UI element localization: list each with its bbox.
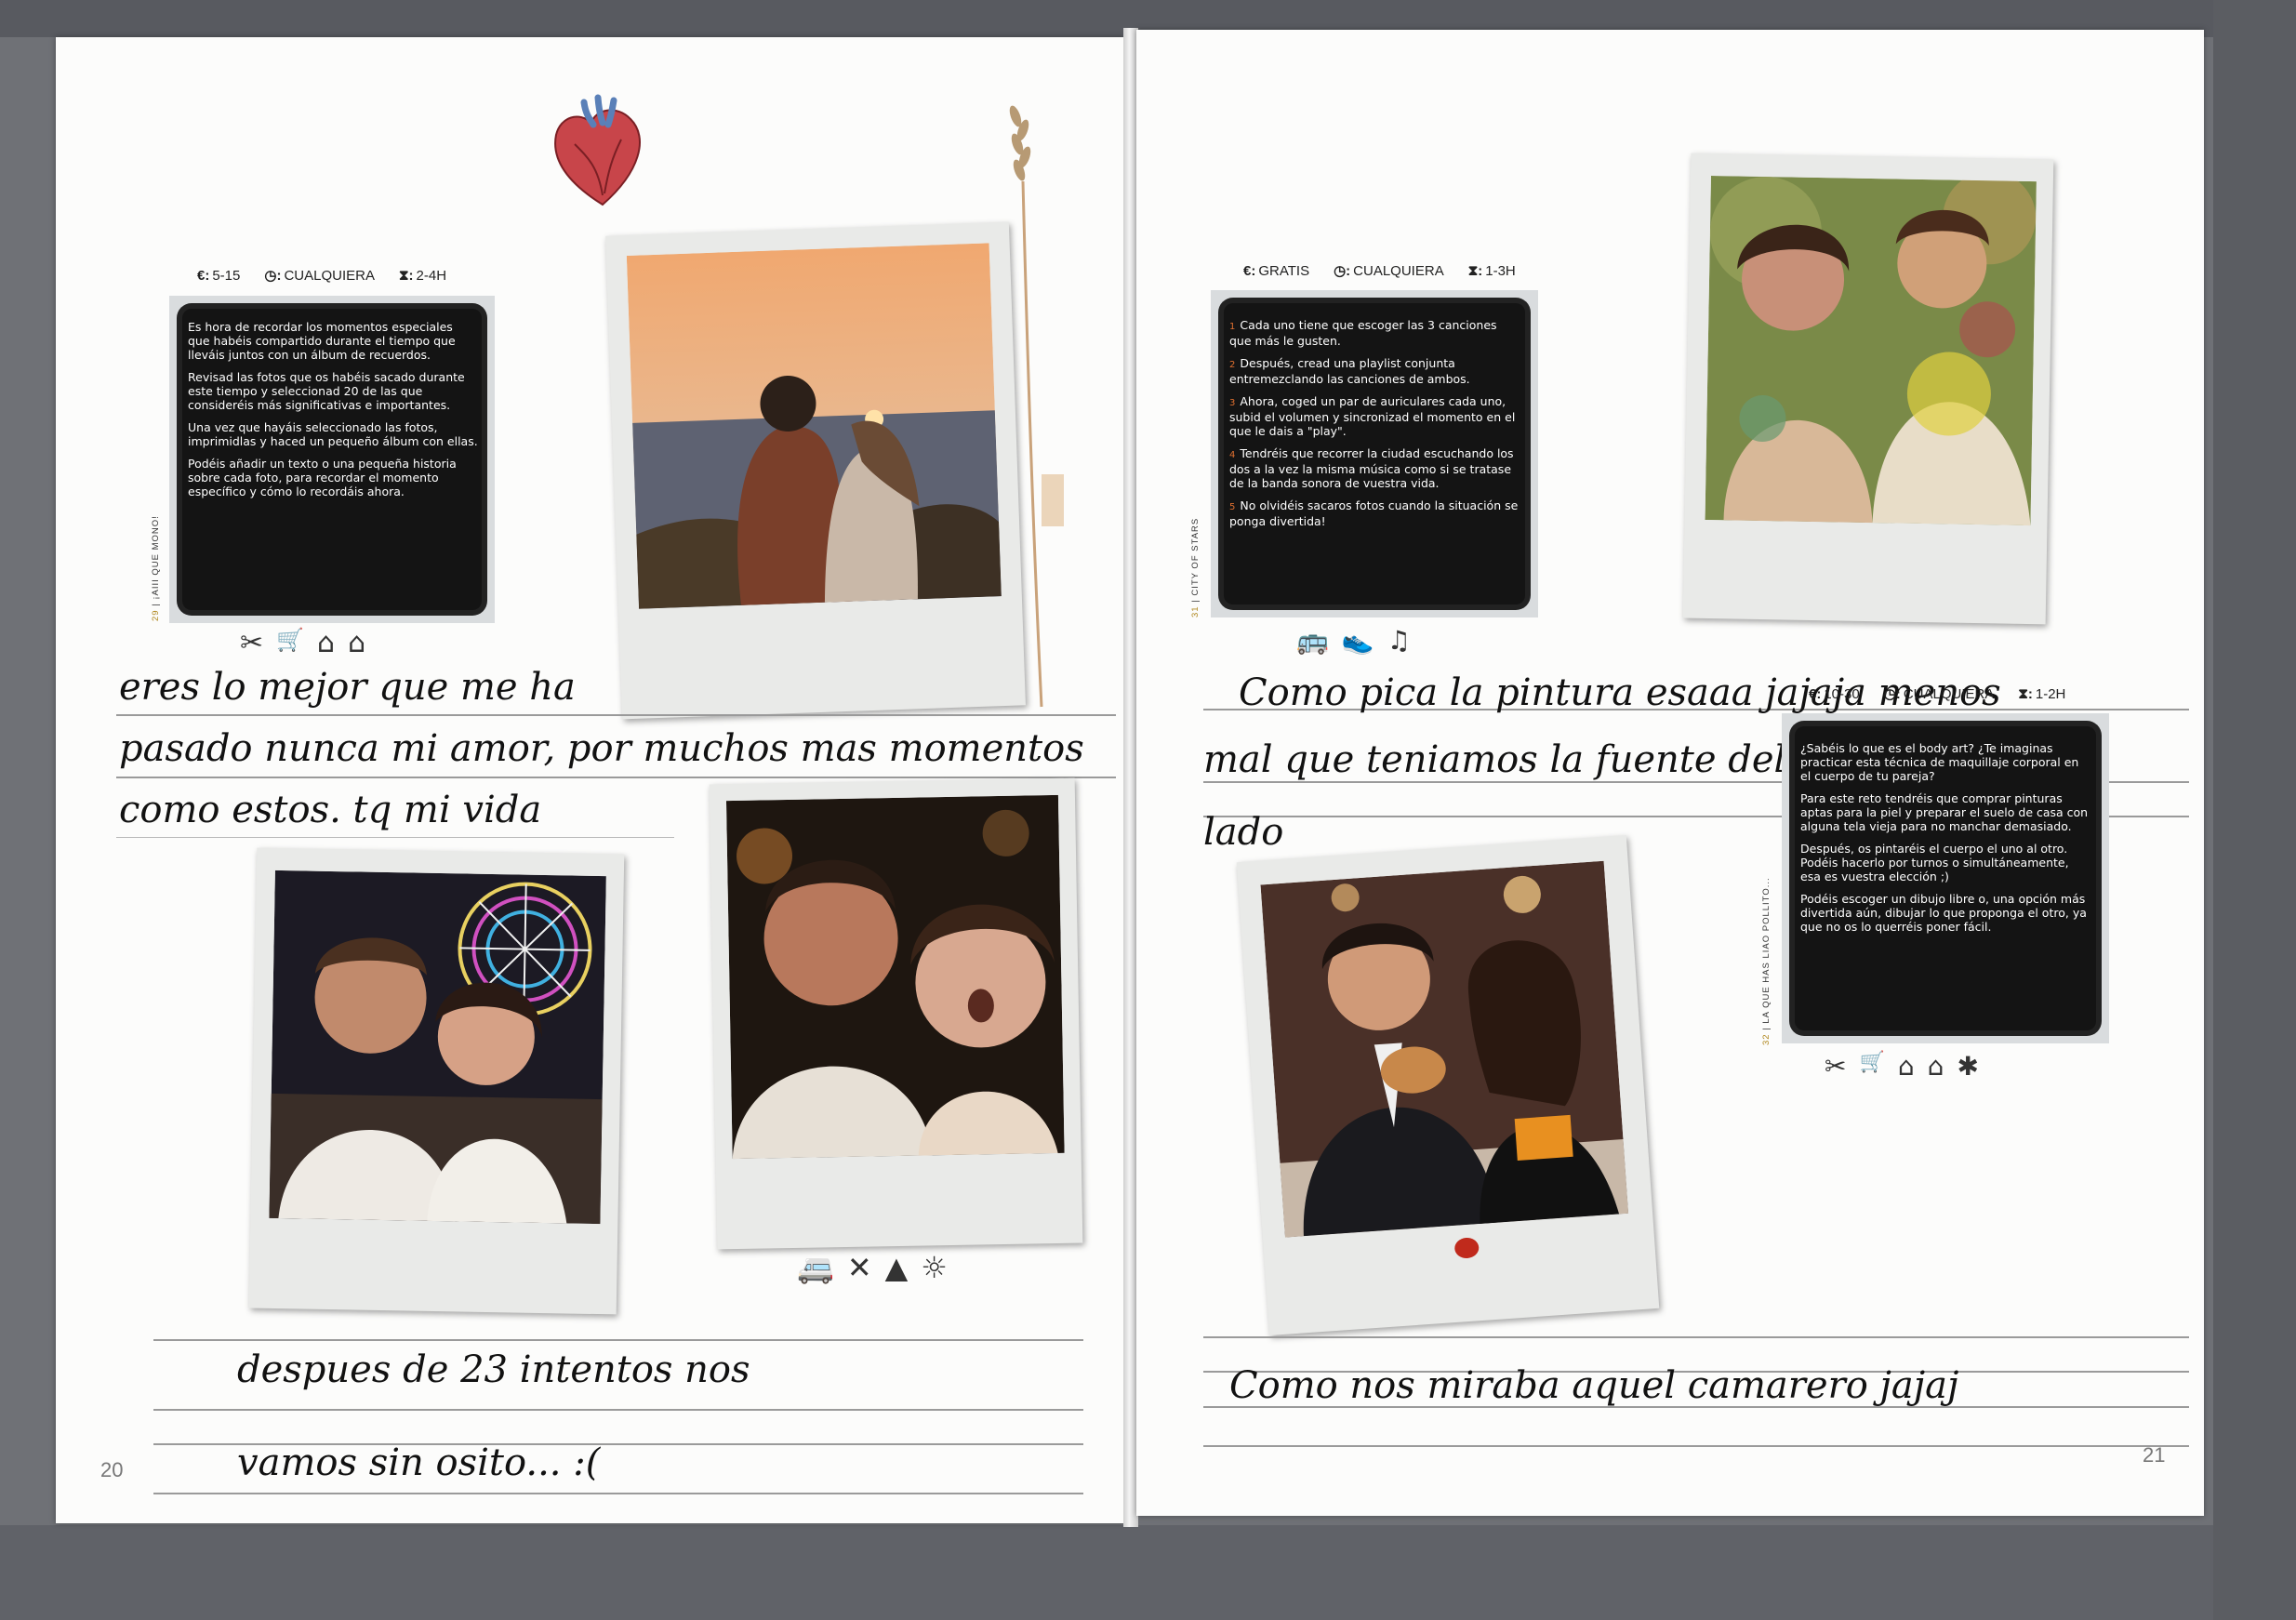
activity-side-label: 32 | LA QUE HAS LIAO POLLITO... xyxy=(1761,877,1772,1045)
home-heart-icon: ⌂ xyxy=(1927,1051,1944,1082)
hourglass-icon: ⧗: xyxy=(2018,685,2033,702)
music-icon: ♫ xyxy=(1387,625,1411,656)
activity-icons: 🚌 👟 ♫ xyxy=(1296,625,1411,656)
time-info: ◷: CUALQUIERA xyxy=(1334,263,1444,279)
hourglass-icon: ⧗: xyxy=(1467,262,1483,279)
hourglass-icon: ⧗: xyxy=(399,267,414,284)
activity-card: ¿Sabéis lo que es el body art? ¿Te imagi… xyxy=(1782,713,2109,1043)
utensils-icon: ✕ xyxy=(846,1250,872,1285)
activity-text: 1 Cada uno tiene que escoger las 3 cancio… xyxy=(1229,318,1519,528)
cart-icon: 🛒 xyxy=(1859,1051,1885,1074)
euro-icon: €: xyxy=(1243,262,1256,279)
activity-card: 1 Cada uno tiene que escoger las 3 cancio… xyxy=(1211,290,1538,617)
activity-meta: €: 10-30 ◷: CUALQUIERA ⧗: 1-2H xyxy=(1809,685,2066,703)
trip-icons: 🚐 ✕ ▲ ☼ xyxy=(797,1250,948,1285)
polaroid-night-selfie xyxy=(709,777,1083,1250)
handwritten-line: como estos. tq mi vida xyxy=(119,789,542,831)
note-line xyxy=(116,837,674,838)
activity-icons: ✂ 🛒 ⌂ ⌂ xyxy=(240,627,365,659)
note-line xyxy=(153,1339,1083,1341)
bus-icon: 🚌 xyxy=(1296,625,1329,656)
euro-icon: €: xyxy=(197,267,210,284)
note-line xyxy=(116,714,1116,716)
clock-icon: ◷: xyxy=(1883,686,1901,702)
activity-card: Es hora de recordar los momentos especia… xyxy=(169,296,495,623)
activity-text: Es hora de recordar los momentos especia… xyxy=(188,320,478,498)
time-info: ◷: CUALQUIERA xyxy=(1883,686,1995,702)
photo-couple-ferris-wheel xyxy=(269,870,606,1225)
duration-info: ⧗: 1-2H xyxy=(2018,685,2066,702)
photo-couple-sunset xyxy=(626,243,1002,609)
cart-icon: 🛒 xyxy=(276,627,305,653)
handwritten-line: lado xyxy=(1203,811,1284,854)
activity-meta: €: 5-15 ◷: CUALQUIERA ⧗: 2-4H xyxy=(197,267,447,285)
note-line xyxy=(1203,1336,2189,1338)
photo-couple-color-powder xyxy=(1705,176,2037,526)
anatomical-heart-sticker xyxy=(554,94,641,206)
time-info: ◷: CUALQUIERA xyxy=(264,268,375,284)
cost-info: €: GRATIS xyxy=(1243,262,1310,279)
scissors-icon: ✂ xyxy=(240,627,264,659)
tape-strip xyxy=(1042,474,1064,526)
polaroid-restaurant xyxy=(1236,834,1660,1336)
handwritten-line: vamos sin osito... :( xyxy=(237,1441,601,1484)
clock-icon: ◷: xyxy=(264,268,282,284)
scissors-icon: ✂ xyxy=(1825,1051,1847,1082)
note-line xyxy=(1203,1445,2189,1447)
polaroid-ferris-wheel xyxy=(248,847,625,1315)
activity-text: ¿Sabéis lo que es el body art? ¿Te imagi… xyxy=(1800,741,2089,934)
note-line xyxy=(153,1493,1083,1494)
duration-info: ⧗: 2-4H xyxy=(399,267,447,284)
activity-side-label: 31 | CITY OF STARS xyxy=(1190,517,1201,617)
sun-icon: ☼ xyxy=(921,1250,948,1285)
polaroid-color-festival xyxy=(1682,153,2054,625)
handwritten-line: pasado nunca mi amor, por muchos mas mom… xyxy=(119,727,1084,770)
activity-meta: €: GRATIS ◷: CUALQUIERA ⧗: 1-3H xyxy=(1243,262,1516,280)
page-number: 21 xyxy=(2143,1443,2166,1467)
handwritten-line: eres lo mejor que me ha xyxy=(119,666,576,709)
note-line xyxy=(153,1409,1083,1411)
home-icon: ⌂ xyxy=(1897,1051,1915,1082)
home-heart-icon: ⌂ xyxy=(348,627,366,659)
activity-side-label: 29 | ¡AIII QUE MONO! xyxy=(151,515,161,621)
euro-icon: €: xyxy=(1809,685,1822,702)
right-page: €: GRATIS ◷: CUALQUIERA ⧗: 1-3H 1 Cada uno t… xyxy=(1136,30,2204,1516)
handwritten-line: Como nos miraba aquel camarero jajaj xyxy=(1229,1364,1959,1407)
polaroid-sunset xyxy=(605,221,1026,720)
paint-drop xyxy=(1453,1237,1480,1259)
van-icon: 🚐 xyxy=(797,1250,834,1285)
duration-info: ⧗: 1-3H xyxy=(1467,262,1516,279)
mountain-icon: ▲ xyxy=(884,1250,909,1285)
handwritten-line: despues de 23 intentos nos xyxy=(237,1348,750,1391)
home-icon: ⌂ xyxy=(317,627,336,659)
photo-couple-night-selfie xyxy=(725,794,1065,1160)
paint-splat-icon: ✱ xyxy=(1957,1051,1979,1082)
cost-info: €: 5-15 xyxy=(197,267,241,284)
sneaker-icon: 👟 xyxy=(1341,625,1374,656)
note-line xyxy=(116,777,1116,778)
scanner-background-bottom xyxy=(0,1525,2296,1620)
left-page: €: 5-15 ◷: CUALQUIERA ⧗: 2-4H Es hora de re… xyxy=(56,37,1125,1523)
photo-couple-restaurant xyxy=(1260,860,1629,1238)
activity-icons: ✂ 🛒 ⌂ ⌂ ✱ xyxy=(1825,1051,1979,1082)
scanner-background-right xyxy=(2213,0,2296,1620)
clock-icon: ◷: xyxy=(1334,263,1351,279)
cost-info: €: 10-30 xyxy=(1809,685,1860,702)
page-number: 20 xyxy=(100,1458,124,1481)
